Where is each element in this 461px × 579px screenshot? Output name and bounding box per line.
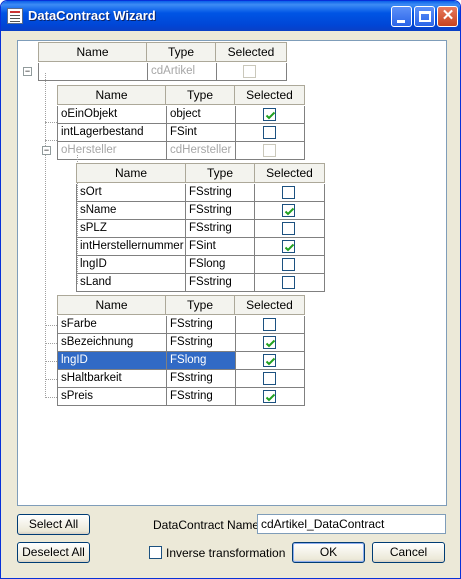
field-type-cell: FSstring bbox=[186, 274, 255, 292]
datacontract-tree[interactable]: Name Type Selected − cdArtikel Name Type… bbox=[17, 40, 447, 506]
column-header-name[interactable]: Name bbox=[76, 163, 186, 183]
field-selected-cell bbox=[255, 274, 325, 292]
field-type-cell: FSstring bbox=[186, 220, 255, 238]
field-type-cell: FSstring bbox=[167, 388, 236, 406]
selected-checkbox[interactable] bbox=[263, 390, 276, 403]
field-selected-cell bbox=[255, 238, 325, 256]
field-selected-cell bbox=[255, 256, 325, 274]
title-bar[interactable]: DataContract Wizard ✕ bbox=[1, 1, 460, 31]
field-name-cell[interactable]: sHaltbarkeit bbox=[57, 370, 167, 388]
minimize-button[interactable] bbox=[391, 6, 412, 27]
field-selected-cell bbox=[255, 220, 325, 238]
deselect-all-button[interactable]: Deselect All bbox=[17, 542, 90, 563]
close-icon: ✕ bbox=[441, 7, 455, 24]
field-type-cell: FSlong bbox=[186, 256, 255, 274]
field-type-cell: FSstring bbox=[186, 202, 255, 220]
app-icon bbox=[7, 8, 23, 24]
field-name-cell[interactable]: sFarbe bbox=[57, 316, 167, 334]
selected-checkbox[interactable] bbox=[282, 204, 295, 217]
field-selected-cell bbox=[236, 106, 305, 124]
contract-name-label: DataContract Name bbox=[153, 518, 260, 532]
column-header-type[interactable]: Type bbox=[166, 85, 235, 105]
inverse-transformation-label: Inverse transformation bbox=[166, 546, 286, 560]
field-name-cell[interactable]: oEinObjekt bbox=[57, 106, 167, 124]
wizard-window: DataContract Wizard ✕ Name Type Selected… bbox=[0, 0, 461, 579]
root-name-cell[interactable] bbox=[38, 63, 148, 81]
field-name-cell[interactable]: intLagerbestand bbox=[57, 124, 167, 142]
field-type-cell: object bbox=[167, 106, 236, 124]
select-all-button[interactable]: Select All bbox=[17, 514, 90, 535]
column-header-selected[interactable]: Selected bbox=[235, 295, 305, 315]
field-type-cell: cdHersteller bbox=[167, 142, 236, 160]
column-header-name[interactable]: Name bbox=[57, 85, 166, 105]
selected-checkbox[interactable] bbox=[282, 240, 295, 253]
selected-checkbox[interactable] bbox=[282, 186, 295, 199]
selected-checkbox[interactable] bbox=[263, 108, 276, 121]
field-name-cell[interactable]: sPreis bbox=[57, 388, 167, 406]
column-header-type[interactable]: Type bbox=[166, 295, 235, 315]
field-selected-cell bbox=[236, 370, 305, 388]
collapse-icon[interactable]: − bbox=[42, 146, 51, 155]
field-type-cell: FSint bbox=[186, 238, 255, 256]
field-selected-cell bbox=[236, 334, 305, 352]
field-selected-cell bbox=[255, 202, 325, 220]
column-header-type[interactable]: Type bbox=[186, 163, 255, 183]
selected-checkbox[interactable] bbox=[282, 258, 295, 271]
column-header-selected[interactable]: Selected bbox=[255, 163, 325, 183]
field-name-cell[interactable]: lngID bbox=[76, 256, 186, 274]
field-type-cell: FSstring bbox=[167, 334, 236, 352]
selected-checkbox[interactable] bbox=[263, 372, 276, 385]
field-selected-cell bbox=[236, 388, 305, 406]
selected-checkbox[interactable] bbox=[282, 222, 295, 235]
field-name-cell[interactable]: intHerstellernummer bbox=[76, 238, 186, 256]
field-selected-cell bbox=[236, 352, 305, 370]
column-header-name[interactable]: Name bbox=[38, 42, 147, 62]
field-type-cell: FSstring bbox=[186, 184, 255, 202]
selected-checkbox[interactable] bbox=[282, 276, 295, 289]
selected-checkbox[interactable] bbox=[263, 336, 276, 349]
selected-checkbox[interactable] bbox=[263, 318, 276, 331]
field-selected-cell bbox=[236, 124, 305, 142]
root-checkbox[interactable] bbox=[243, 65, 256, 78]
field-selected-cell bbox=[236, 316, 305, 334]
root-type-cell: cdArtikel bbox=[148, 63, 217, 81]
selected-checkbox[interactable] bbox=[263, 126, 276, 139]
maximize-icon bbox=[419, 11, 431, 22]
column-header-name[interactable]: Name bbox=[57, 295, 166, 315]
field-selected-cell bbox=[255, 184, 325, 202]
column-header-selected[interactable]: Selected bbox=[235, 85, 305, 105]
field-selected-cell bbox=[236, 142, 305, 160]
field-type-cell: FSstring bbox=[167, 316, 236, 334]
column-header-selected[interactable]: Selected bbox=[216, 42, 287, 62]
cancel-button[interactable]: Cancel bbox=[372, 542, 445, 563]
inverse-transformation-checkbox[interactable] bbox=[149, 546, 162, 559]
field-name-cell[interactable]: oHersteller bbox=[57, 142, 167, 160]
contract-name-input[interactable]: cdArtikel_DataContract bbox=[257, 514, 446, 534]
field-name-cell[interactable]: sOrt bbox=[76, 184, 186, 202]
collapse-icon[interactable]: − bbox=[23, 67, 32, 76]
selected-checkbox[interactable] bbox=[263, 354, 276, 367]
ok-button[interactable]: OK bbox=[292, 542, 365, 563]
field-name-cell[interactable]: lngID bbox=[57, 352, 167, 370]
field-type-cell: FSstring bbox=[167, 370, 236, 388]
field-name-cell[interactable]: sName bbox=[76, 202, 186, 220]
field-name-cell[interactable]: sPLZ bbox=[76, 220, 186, 238]
field-name-cell[interactable]: sLand bbox=[76, 274, 186, 292]
field-type-cell: FSlong bbox=[167, 352, 236, 370]
root-selected-cell bbox=[217, 63, 287, 81]
field-name-cell[interactable]: sBezeichnung bbox=[57, 334, 167, 352]
close-button[interactable]: ✕ bbox=[437, 6, 458, 27]
selected-checkbox[interactable] bbox=[263, 144, 276, 157]
maximize-button[interactable] bbox=[414, 6, 435, 27]
window-title: DataContract Wizard bbox=[28, 8, 156, 23]
field-type-cell: FSint bbox=[167, 124, 236, 142]
column-header-type[interactable]: Type bbox=[147, 42, 216, 62]
minimize-icon bbox=[397, 20, 405, 23]
